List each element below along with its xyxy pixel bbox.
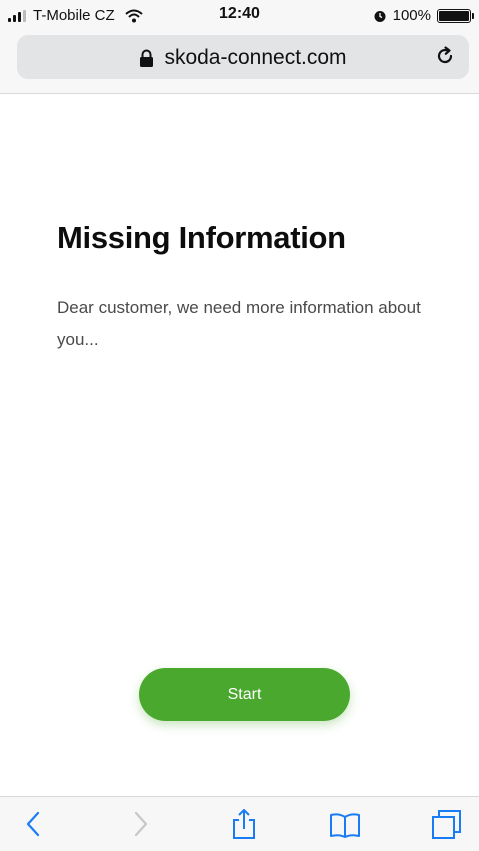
tabs-button[interactable] [430, 808, 462, 840]
address-bar[interactable]: skoda-connect.com [17, 35, 469, 79]
battery-icon [437, 8, 474, 23]
status-bar: T-Mobile CZ 12:40 100% [0, 0, 479, 32]
share-icon [233, 809, 255, 839]
browser-toolbar [0, 796, 479, 851]
url-display[interactable]: skoda-connect.com [17, 46, 469, 70]
battery-percent: 100% [392, 7, 431, 24]
start-button[interactable]: Start [139, 668, 350, 721]
share-button[interactable] [228, 808, 260, 840]
url-text: skoda-connect.com [164, 46, 347, 69]
lock-icon [140, 49, 154, 67]
back-icon [26, 811, 40, 837]
page-content: Missing Information Dear customer, we ne… [0, 95, 479, 795]
info-message: Dear customer, we need more information … [57, 298, 421, 349]
bookmarks-icon [330, 813, 360, 838]
tabs-icon [432, 810, 461, 839]
browser-top-bar: T-Mobile CZ 12:40 100% skoda-connect.com [0, 0, 479, 94]
status-right: 100% [373, 7, 474, 24]
forward-icon [134, 811, 148, 837]
alarm-icon [374, 10, 386, 22]
forward-button[interactable] [124, 808, 156, 840]
page-title: Missing Information [57, 220, 346, 255]
bookmarks-button[interactable] [329, 808, 361, 840]
reload-icon[interactable] [433, 44, 457, 68]
back-button[interactable] [18, 808, 50, 840]
